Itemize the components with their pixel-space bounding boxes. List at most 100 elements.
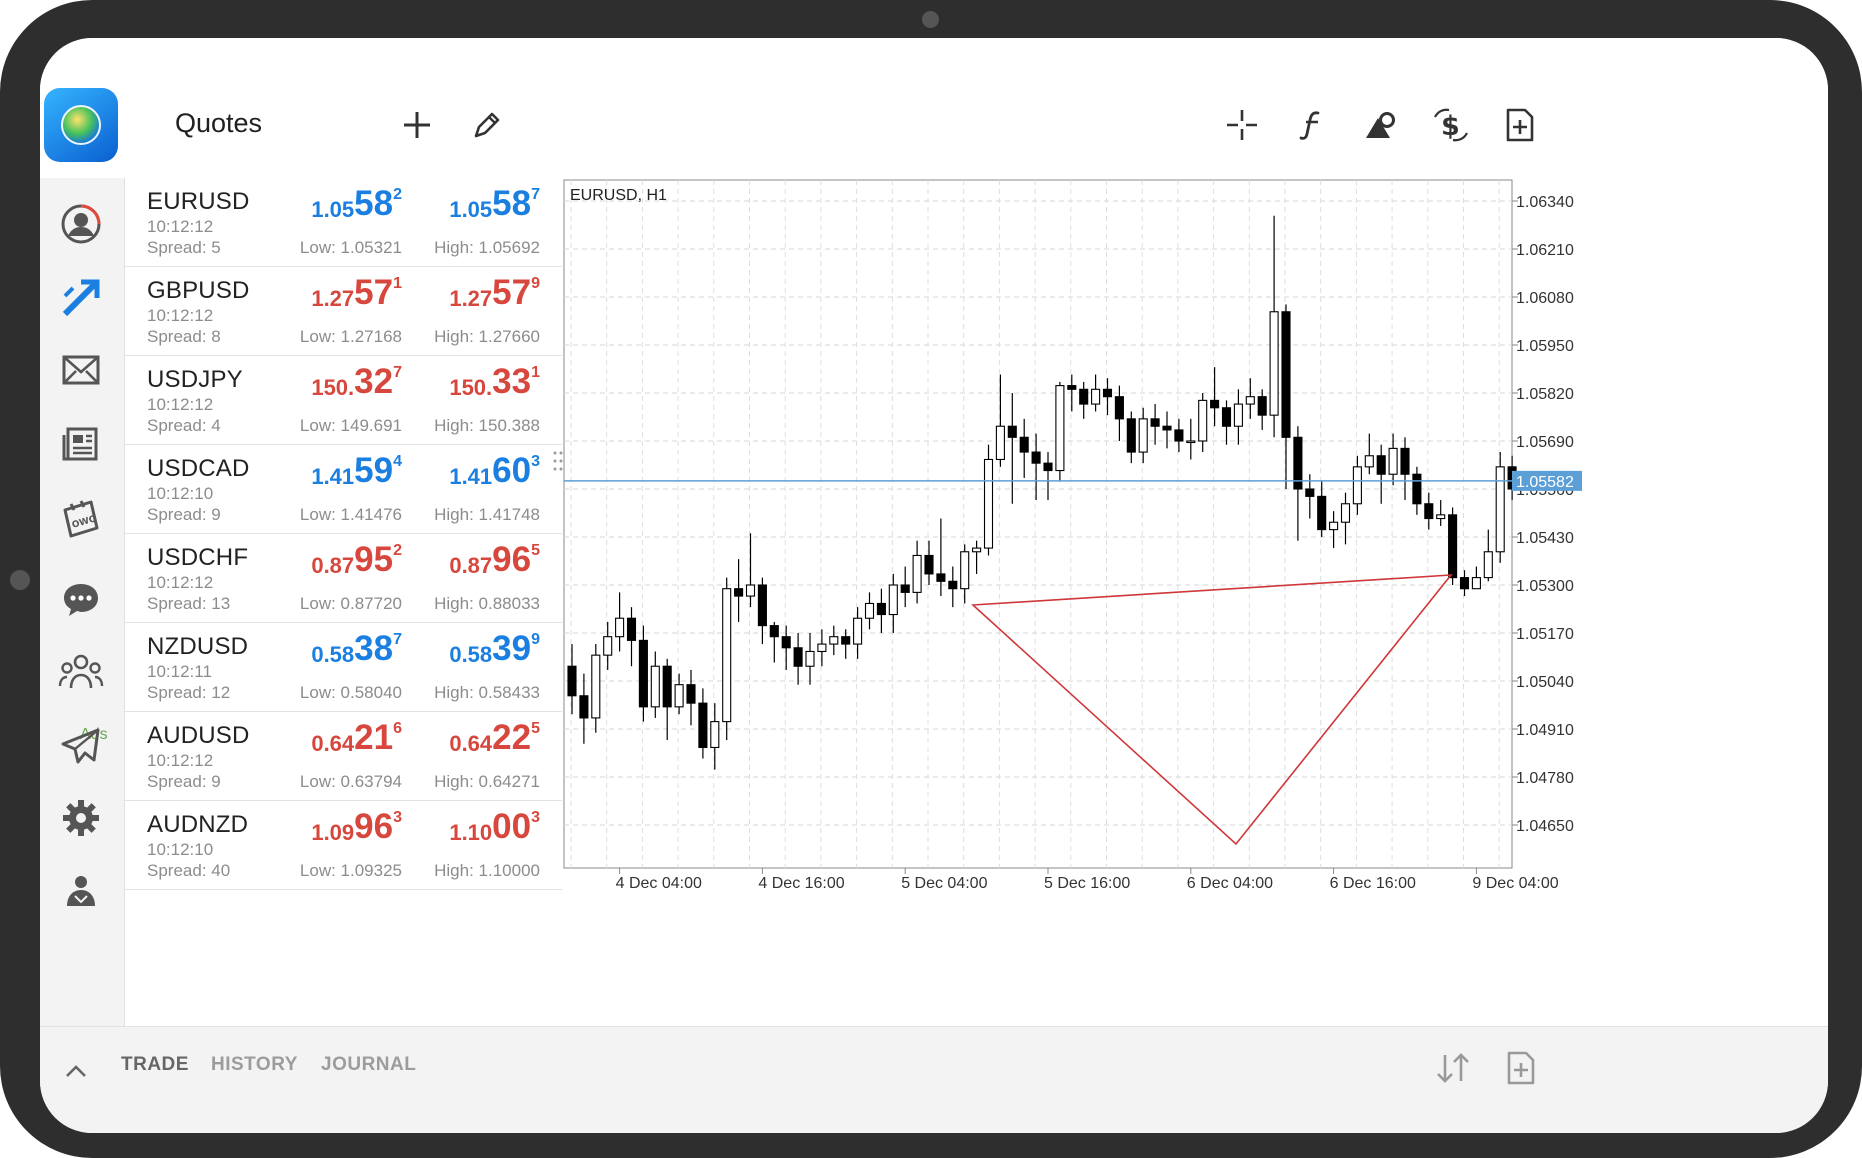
- new-order-button[interactable]: [1500, 105, 1540, 145]
- x-axis-label: 4 Dec 16:00: [758, 875, 844, 892]
- nav-chat[interactable]: [53, 572, 109, 628]
- bid-price[interactable]: 1.41 59 4: [311, 451, 402, 491]
- symbol-name: AUDUSD: [147, 722, 250, 749]
- quote-row[interactable]: GBPUSD 10:12:12 Spread: 8 1.27 57 1 1.27 57 9 Low…: [125, 267, 562, 356]
- ask-price-prefix: 150.: [449, 375, 493, 400]
- bid-price-point: 7: [393, 364, 402, 381]
- x-axis-label: 4 Dec 04:00: [616, 875, 702, 892]
- nav-settings[interactable]: [53, 790, 109, 846]
- nav-account[interactable]: [53, 196, 109, 252]
- expand-panel-button[interactable]: [56, 1051, 96, 1091]
- edit-list-button[interactable]: [467, 105, 507, 145]
- ask-price[interactable]: 1.27 57 9: [449, 273, 540, 313]
- y-axis-label: 1.05170: [1516, 626, 1574, 643]
- bid-price[interactable]: 1.27 57 1: [311, 273, 402, 313]
- bullish-candle: [853, 617, 863, 645]
- tab-journal[interactable]: JOURNAL: [321, 1054, 416, 1076]
- y-axis-label: 1.06210: [1516, 242, 1574, 259]
- symbol-name: USDJPY: [147, 366, 243, 393]
- bearish-candle: [876, 602, 886, 616]
- add-symbol-button[interactable]: [397, 105, 437, 145]
- high-price: High: 1.27660: [434, 327, 540, 346]
- ask-price[interactable]: 0.58 39 9: [449, 629, 540, 669]
- crosshair-icon: [1227, 110, 1257, 140]
- bullish-candle: [1364, 455, 1374, 468]
- chart-canvas[interactable]: 1.06340 1.06210 1.06080 1.05950 1.05820 1.056…: [562, 178, 1828, 1026]
- nav-trading[interactable]: [53, 270, 109, 326]
- bearish-candle: [1043, 462, 1053, 472]
- side-sensor: [10, 570, 30, 590]
- high-price: High: 0.64271: [434, 772, 540, 791]
- nav-telegram[interactable]: [53, 718, 109, 774]
- bid-price-big: 57: [354, 273, 394, 312]
- nav-community[interactable]: [53, 644, 109, 700]
- low-price: Low: 0.87720: [299, 594, 402, 613]
- quote-row[interactable]: USDJPY 10:12:12 Spread: 4 150. 32 7 150. 33 1 Low…: [125, 356, 562, 445]
- ask-price[interactable]: 1.10 00 3: [449, 807, 540, 847]
- ask-price-big: 60: [492, 451, 532, 490]
- new-order-bottom-button[interactable]: [1498, 1045, 1544, 1091]
- quote-row[interactable]: USDCAD 10:12:10 Spread: 9 1.41 59 4 1.41 60 3 Low…: [125, 445, 562, 534]
- nav-mail[interactable]: [53, 342, 109, 398]
- bid-price[interactable]: 150. 32 7: [311, 362, 402, 402]
- ask-price[interactable]: 1.05 58 7: [449, 184, 540, 224]
- bullish-candle: [1245, 396, 1255, 405]
- y-axis-label: 1.05300: [1516, 578, 1574, 595]
- symbol-name: EURUSD: [147, 188, 250, 215]
- svg-text:$: $: [1441, 111, 1460, 142]
- bid-price-prefix: 1.05: [311, 197, 355, 222]
- y-axis-label: 1.05040: [1516, 674, 1574, 691]
- price-chart[interactable]: 1.06340 1.06210 1.06080 1.05950 1.05820 1.056…: [562, 178, 1828, 1026]
- bid-price[interactable]: 1.05 58 2: [311, 184, 402, 224]
- bearish-candle: [1305, 488, 1315, 497]
- bearish-candle: [757, 584, 767, 627]
- bearish-candle: [769, 625, 779, 638]
- chevron-up-icon: [66, 1065, 86, 1077]
- bullish-candle: [972, 547, 982, 553]
- ask-price[interactable]: 0.64 22 5: [449, 718, 540, 758]
- bid-price[interactable]: 1.09 96 3: [311, 807, 402, 847]
- x-axis-label: 5 Dec 16:00: [1044, 875, 1130, 892]
- trade-button[interactable]: $: [1431, 105, 1471, 145]
- crosshair-button[interactable]: [1222, 105, 1262, 145]
- low-price: Low: 1.27168: [299, 327, 402, 346]
- bullish-candle: [1471, 577, 1481, 590]
- bid-price-prefix: 0.87: [311, 553, 355, 578]
- bid-price[interactable]: 0.58 38 7: [311, 629, 402, 669]
- tab-history[interactable]: HISTORY: [211, 1054, 298, 1076]
- quote-row[interactable]: NZDUSD 10:12:11 Spread: 12 0.58 38 7 0.58 39 9 Lo…: [125, 623, 562, 712]
- nav-traders[interactable]: [53, 864, 109, 920]
- objects-button[interactable]: [1361, 105, 1401, 145]
- x-axis-label: 6 Dec 16:00: [1330, 875, 1416, 892]
- bid-price-big: 58: [354, 184, 394, 223]
- bid-price-big: 38: [354, 629, 394, 668]
- bearish-candle: [698, 702, 708, 749]
- y-axis-label: 1.04650: [1516, 818, 1574, 835]
- indicators-button[interactable]: [1292, 105, 1332, 145]
- new-order-icon: [1506, 108, 1534, 142]
- bullish-candle: [1186, 440, 1196, 444]
- quote-row[interactable]: AUDNZD 10:12:10 Spread: 40 1.09 96 3 1.10 00 3 Lo…: [125, 801, 562, 890]
- bearish-candle: [841, 636, 851, 645]
- bullish-candle: [1352, 466, 1362, 505]
- bullish-candle: [1388, 447, 1398, 475]
- quote-row[interactable]: AUDUSD 10:12:12 Spread: 9 0.64 21 6 0.64 22 5 Low…: [125, 712, 562, 801]
- ask-price[interactable]: 1.41 60 3: [449, 451, 540, 491]
- ask-price[interactable]: 0.87 96 5: [449, 540, 540, 580]
- sort-button[interactable]: [1430, 1045, 1476, 1091]
- bid-price[interactable]: 0.64 21 6: [311, 718, 402, 758]
- quote-row[interactable]: EURUSD 10:12:12 Spread: 5 1.05 58 2 1.05 58 7 Low…: [125, 178, 562, 267]
- tab-trade[interactable]: TRADE: [121, 1054, 189, 1076]
- quote-row[interactable]: USDCHF 10:12:12 Spread: 13 0.87 95 2 0.87 96 5 Lo…: [125, 534, 562, 623]
- bullish-candle: [1483, 551, 1493, 579]
- nav-news[interactable]: [53, 416, 109, 472]
- symbol-name: USDCHF: [147, 544, 249, 571]
- objects-icon: [1366, 112, 1395, 138]
- bearish-candle: [1221, 407, 1232, 427]
- app-logo[interactable]: [44, 88, 118, 162]
- bullish-candle: [817, 643, 827, 653]
- ask-price[interactable]: 150. 33 1: [449, 362, 540, 402]
- bid-price[interactable]: 0.87 95 2: [311, 540, 402, 580]
- nav-ads[interactable]: OWO: [53, 490, 109, 546]
- bid-price-big: 21: [354, 718, 394, 757]
